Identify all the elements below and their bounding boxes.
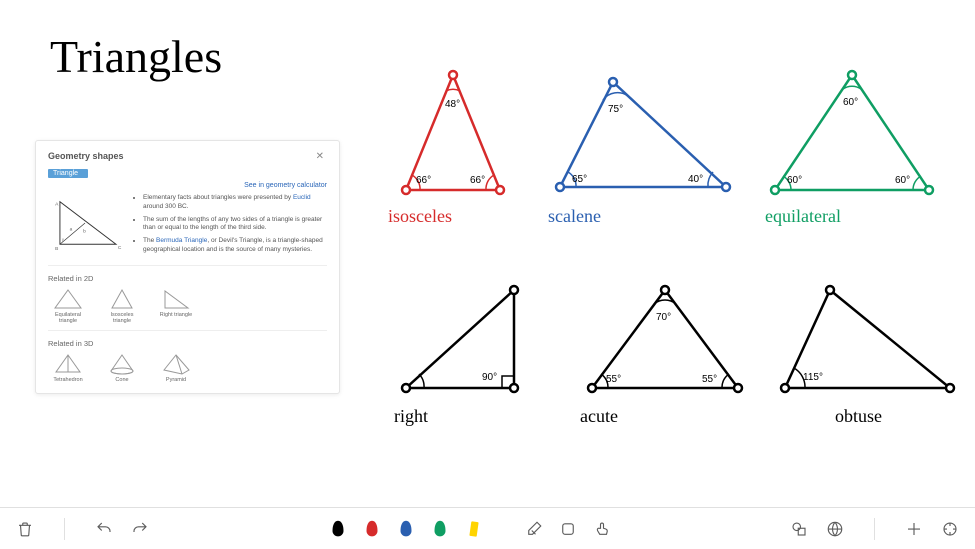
svg-text:115°: 115° [803,372,823,383]
trash-button[interactable] [14,518,36,540]
svg-text:55°: 55° [606,374,621,385]
rel-right[interactable]: Right triangle [156,287,196,324]
pen-black[interactable] [327,518,349,540]
settings-button[interactable] [939,518,961,540]
rel-pyramid[interactable]: Pyramid [156,352,196,383]
whiteboard-canvas[interactable]: Triangles Geometry shapes ✕ Triangle See… [0,0,975,507]
card-close-button[interactable]: ✕ [313,151,327,162]
triangle-scalene: 75° 65° 40° scalene [548,72,738,227]
rel-equilateral[interactable]: Equilateral triangle [48,287,88,324]
bullet-1: Elementary facts about triangles were pr… [143,194,327,212]
eraser-button[interactable] [523,518,545,540]
triangle-acute: 70° 55° 55° acute [580,280,750,427]
triangle-right: 90° right [394,280,534,427]
svg-text:75°: 75° [608,104,623,115]
info-card: Geometry shapes ✕ Triangle See in geomet… [35,140,340,394]
touch-button[interactable] [591,518,613,540]
svg-text:90°: 90° [482,372,497,383]
svg-text:40°: 40° [688,174,703,185]
page-title: Triangles [50,30,222,83]
svg-text:γ: γ [62,237,64,241]
svg-text:60°: 60° [843,97,858,108]
triangle-obtuse: 115° obtuse [775,280,960,427]
bullet-2: The sum of the lengths of any two sides … [143,216,327,234]
redo-button[interactable] [129,518,151,540]
label-obtuse: obtuse [835,406,960,427]
card-tag[interactable]: Triangle [48,169,88,178]
svg-text:70°: 70° [656,312,671,323]
label-isosceles: isosceles [388,206,518,227]
pen-yellow-highlighter[interactable] [463,518,485,540]
lasso-button[interactable] [557,518,579,540]
add-button[interactable] [903,518,925,540]
related-3d-title: Related in 3D [48,339,327,348]
svg-text:60°: 60° [895,175,910,186]
card-link[interactable]: See in geometry calculator [48,182,327,189]
svg-text:A: A [55,202,59,208]
svg-text:B: B [55,246,58,252]
related-2d-row: Equilateral triangle Isosceles triangle … [48,287,327,324]
pen-palette [327,518,613,540]
svg-text:55°: 55° [702,374,717,385]
card-triangle-diagram: A b a γ B C [48,194,126,252]
toolbar [0,507,975,549]
svg-text:60°: 60° [787,175,802,186]
triangle-isosceles: 48° 66° 66° isosceles [388,65,518,227]
svg-text:65°: 65° [572,174,587,185]
label-acute: acute [580,406,750,427]
svg-text:48°: 48° [445,99,460,110]
svg-text:66°: 66° [416,175,431,186]
undo-button[interactable] [93,518,115,540]
related-3d-row: Tetrahedron Cone Pyramid [48,352,327,383]
svg-text:C: C [118,245,122,251]
rel-tetra[interactable]: Tetrahedron [48,352,88,383]
rel-isosceles[interactable]: Isosceles triangle [102,287,142,324]
label-equilateral: equilateral [765,206,940,227]
pen-green[interactable] [429,518,451,540]
related-2d-title: Related in 2D [48,274,327,283]
bullet-3: The Bermuda Triangle, or Devil's Triangl… [143,237,327,255]
shapes-button[interactable] [788,518,810,540]
pen-blue[interactable] [395,518,417,540]
svg-text:a: a [70,228,73,233]
pen-red[interactable] [361,518,383,540]
web-button[interactable] [824,518,846,540]
triangle-equilateral: 60° 60° 60° equilateral [765,65,940,227]
label-scalene: scalene [548,206,738,227]
card-bullets: Elementary facts about triangles were pr… [134,194,327,259]
svg-text:b: b [83,229,86,235]
label-right: right [394,406,534,427]
card-title: Geometry shapes [48,151,124,161]
rel-cone[interactable]: Cone [102,352,142,383]
svg-text:66°: 66° [470,175,485,186]
